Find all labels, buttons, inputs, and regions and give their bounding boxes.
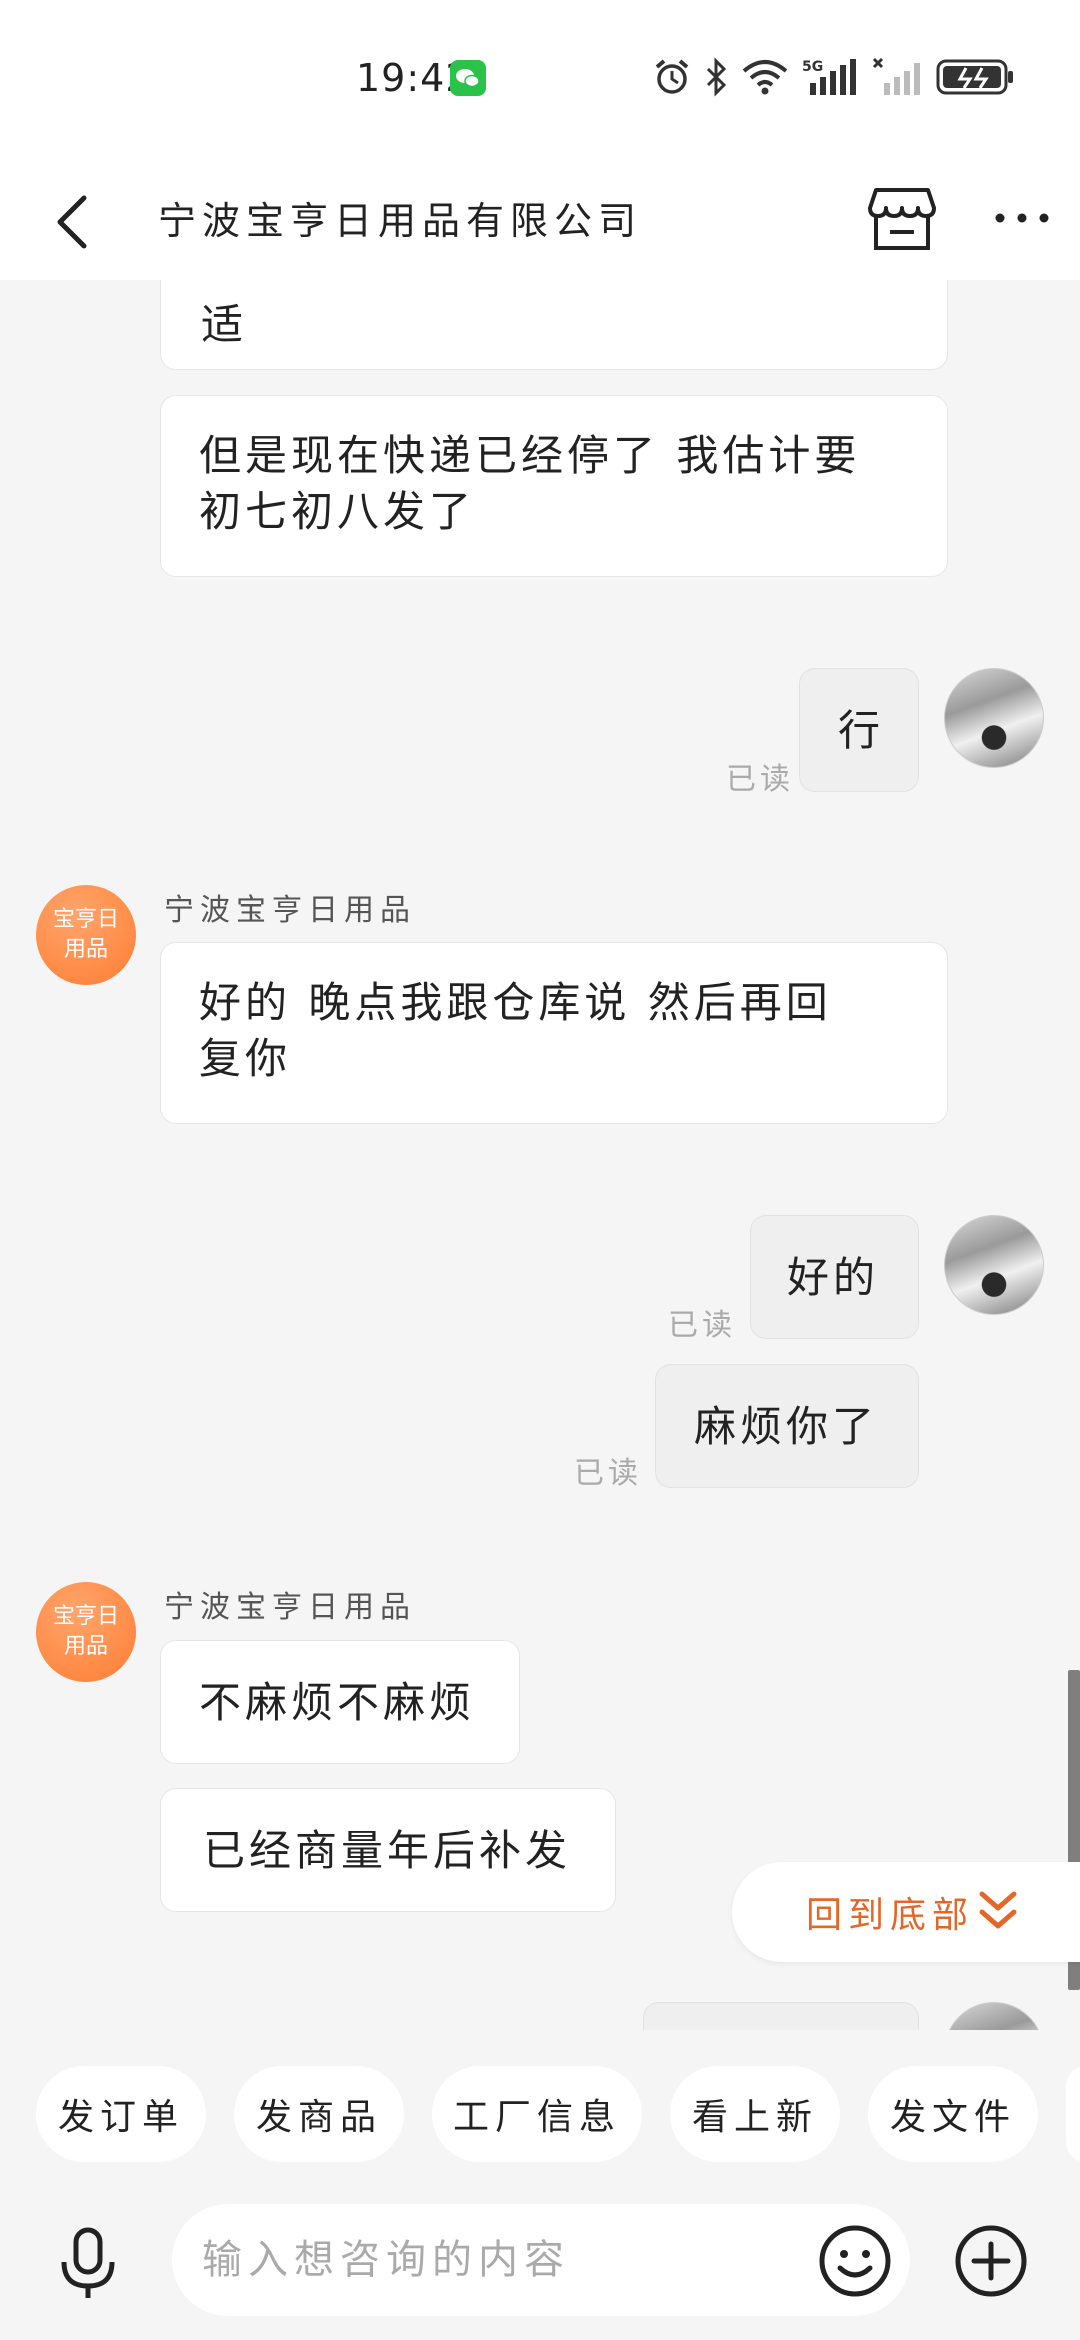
sender-name: 宁波宝亨日用品 [164, 893, 416, 928]
message-text: 行 [838, 706, 885, 755]
quick-action-send-product[interactable]: 发商品 [234, 2066, 404, 2162]
smiley-icon [819, 2225, 891, 2297]
double-chevron-down-icon [979, 1891, 1017, 1929]
quick-action-new-arrivals[interactable]: 看上新 [670, 2066, 840, 2162]
shop-avatar-text: 宝亨日 [52, 1604, 119, 1629]
shop-avatar[interactable]: 宝亨日 用品 [36, 1582, 136, 1682]
store-icon [868, 188, 936, 250]
message-bubble-self[interactable]: 麻烦你了 [655, 1364, 919, 1488]
wifi-icon [742, 60, 788, 95]
nav-bar: 宁波宝亨日用品有限公司 [0, 160, 1080, 280]
quick-action-send-file[interactable]: 发文件 [868, 2066, 1038, 2162]
chevron-left-icon [57, 195, 87, 249]
quick-action-more[interactable] [1066, 2066, 1080, 2162]
message-text: 麻烦你了 [694, 1402, 879, 1451]
input-bar [0, 2180, 1080, 2340]
message-text-line: 初七初八发了 [199, 487, 476, 536]
message-text-line: 但是现在快递已经停了 我估计要 [199, 431, 861, 480]
bluetooth-icon [706, 57, 727, 97]
read-status: 已读 [574, 1456, 642, 1491]
read-status: 已读 [726, 762, 794, 797]
back-button[interactable] [46, 180, 106, 260]
more-options-button[interactable] [990, 198, 1054, 238]
more-actions-button[interactable] [954, 2224, 1028, 2298]
message-text-line: 复你 [199, 1034, 292, 1083]
status-icons: 5G [652, 52, 1016, 102]
plus-circle-icon [955, 2225, 1027, 2297]
back-to-bottom-button[interactable]: 回到底部 [732, 1862, 1080, 1962]
battery-charging-icon [936, 59, 1013, 95]
shop-avatar[interactable]: 宝亨日 用品 [36, 885, 136, 985]
message-bubble[interactable]: 已经商量年后补发 [160, 1788, 616, 1912]
microphone-icon [61, 2227, 115, 2298]
message-text: 已经商量年后补发 [203, 1826, 572, 1875]
message-bubble[interactable]: 不麻烦不麻烦 [160, 1640, 520, 1764]
message-bubble[interactable]: 好的 晚点我跟仓库说 然后再回 复你 [160, 942, 948, 1124]
signal-5g-icon: 5G [802, 59, 856, 95]
svg-text:5G: 5G [802, 59, 823, 75]
message-bubble-self[interactable] [643, 2002, 919, 2030]
status-bar: 19:42 5G [0, 0, 1080, 160]
back-to-bottom-label: 回到底部 [806, 1895, 975, 1936]
user-avatar[interactable] [944, 2002, 1044, 2030]
page-title: 宁波宝亨日用品有限公司 [158, 199, 643, 243]
alarm-icon [655, 59, 689, 94]
message-text: 好的 [787, 1253, 880, 1302]
message-text: 不麻烦不麻烦 [199, 1678, 476, 1727]
shop-avatar-text: 用品 [63, 937, 108, 962]
emoji-button[interactable] [818, 2224, 892, 2298]
more-icon [995, 213, 1049, 223]
message-bubble[interactable]: 但是现在快递已经停了 我估计要 初七初八发了 [160, 395, 948, 577]
wechat-notification-icon [450, 60, 486, 96]
signal-no-service-icon [872, 57, 920, 95]
chat-area[interactable]: 适 但是现在快递已经停了 我估计要 初七初八发了 已读 行 宝亨日 用品 宁波宝… [0, 280, 1080, 2030]
quick-action-factory-info[interactable]: 工厂信息 [432, 2066, 642, 2162]
user-avatar[interactable] [944, 1215, 1044, 1315]
voice-input-button[interactable] [56, 2224, 120, 2304]
user-avatar[interactable] [944, 668, 1044, 768]
message-bubble-self[interactable]: 好的 [750, 1215, 919, 1339]
quick-action-send-order[interactable]: 发订单 [36, 2066, 206, 2162]
shop-avatar-text: 用品 [63, 1634, 108, 1659]
message-bubble[interactable]: 适 [160, 280, 948, 370]
message-bubble-self[interactable]: 行 [799, 668, 919, 792]
shop-avatar-text: 宝亨日 [52, 907, 119, 932]
message-input[interactable] [172, 2204, 910, 2316]
read-status: 已读 [668, 1308, 736, 1343]
message-text: 适 [201, 300, 248, 349]
store-button[interactable] [862, 178, 942, 258]
message-text-line: 好的 晚点我跟仓库说 然后再回 [199, 978, 832, 1027]
sender-name: 宁波宝亨日用品 [164, 1590, 416, 1625]
